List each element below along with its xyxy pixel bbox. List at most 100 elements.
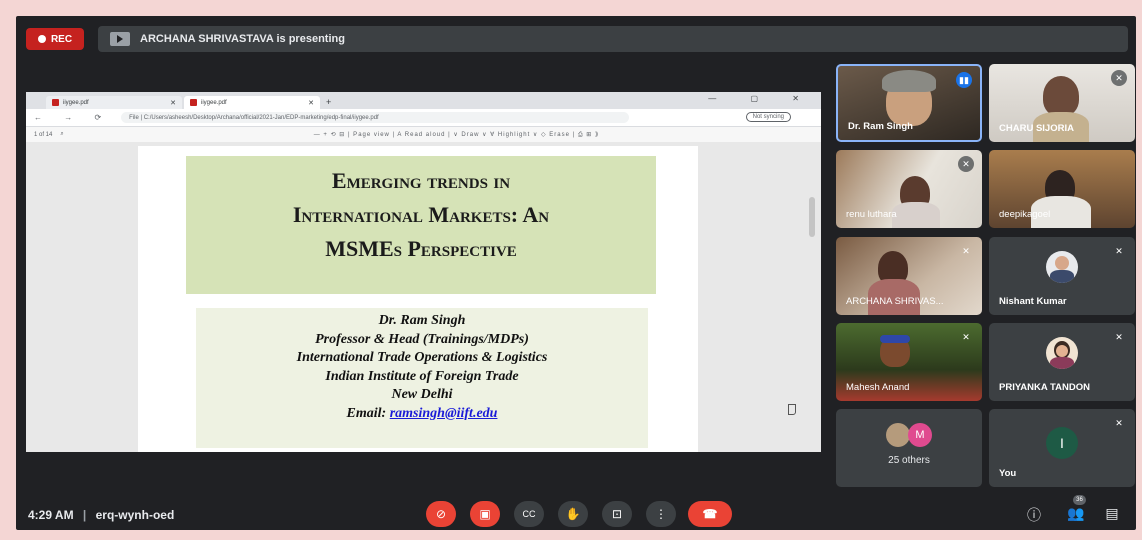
camera-toggle-button[interactable]: ▣ (470, 501, 500, 527)
author-line: Professor & Head (Trainings/MDPs) (315, 331, 529, 347)
mic-off-icon: ⊘ (435, 507, 447, 521)
mic-off-icon: ✕ (1115, 417, 1123, 428)
hang-up-icon: ☎ (702, 507, 718, 521)
email-label: Email: (346, 405, 390, 421)
mic-off-icon: ✕ (1111, 70, 1127, 86)
others-tile[interactable]: M 25 others (836, 409, 982, 487)
slide-page: Emerging trends in International Markets… (138, 146, 796, 452)
slide-author-block: Dr. Ram Singh Professor & Head (Training… (196, 308, 648, 448)
present-button[interactable]: ⊡ (602, 501, 632, 527)
rec-label: REC (50, 33, 73, 45)
meet-window: REC ARCHANA SHRIVASTAVA is presenting ii… (16, 16, 1136, 530)
chat-icon[interactable]: ▤ (1102, 505, 1122, 522)
mic-off-icon: ✕ (958, 156, 974, 172)
turban-shape (882, 70, 936, 92)
participant-tile[interactable]: ▮▮ Dr. Ram Singh (836, 64, 982, 142)
meeting-code: erq-wynh-oed (95, 508, 175, 522)
participant-name: renu luthara (846, 209, 897, 220)
clock-time: 4:29 AM (28, 508, 74, 522)
mic-off-icon: ✕ (1115, 245, 1123, 256)
participant-tile[interactable]: ✕ renu luthara (836, 150, 982, 228)
avatar: I (1046, 427, 1078, 459)
author-line: International Trade Operations & Logisti… (296, 350, 548, 365)
author-line: Indian Institute of Foreign Trade (325, 368, 519, 384)
participant-tile[interactable]: ✕ Mahesh Anand (836, 323, 982, 401)
presenting-text: ARCHANA SHRIVASTAVA is presenting (140, 33, 345, 45)
author-line: Dr. Ram Singh (378, 313, 466, 328)
people-icon[interactable]: 👥 (1066, 505, 1086, 522)
nav-buttons[interactable]: ← → ⟳ (34, 113, 111, 122)
email-link[interactable]: ramsingh@iift.edu (390, 406, 498, 421)
url-field[interactable]: File | C:/Users/asheesh/Desktop/Archana/… (121, 112, 630, 123)
leave-call-button[interactable]: ☎ (688, 501, 732, 527)
present-screen-icon (110, 32, 130, 46)
close-icon[interactable]: ✕ (170, 99, 176, 107)
pdf-icon (190, 99, 197, 106)
slide-title-line: Emerging trends in (331, 168, 511, 193)
participant-name: CHARU SIJORIA (999, 123, 1074, 134)
avatar: M (908, 423, 932, 447)
hand-icon: ✋ (565, 507, 581, 521)
window-controls[interactable]: — ▢ ✕ (708, 94, 815, 103)
tab-label: iiygee.pdf (63, 99, 89, 106)
participant-body (892, 202, 940, 228)
avatar (886, 423, 910, 447)
pdf-icon (52, 99, 59, 106)
slide-title-line: International Markets: An (292, 202, 550, 227)
pdf-tools[interactable]: — + ⟲ ⊟ | Page view | A Read aloud | ∨ D… (314, 131, 600, 139)
people-count-badge: 36 (1073, 495, 1086, 505)
mic-off-icon: ✕ (962, 245, 970, 256)
pdf-viewer: Emerging trends in International Markets… (26, 142, 821, 452)
participant-name: You (999, 468, 1017, 479)
close-icon[interactable]: ✕ (308, 99, 314, 107)
self-tile[interactable]: I ✕ You (989, 409, 1135, 487)
avatar (1046, 251, 1078, 283)
speaking-icon: ▮▮ (956, 72, 972, 88)
more-options-button[interactable]: ⋮ (646, 501, 676, 527)
participant-name: Mahesh Anand (846, 382, 910, 393)
mic-off-icon: ✕ (962, 331, 970, 342)
participant-tile[interactable]: ✕ Nishant Kumar (989, 237, 1135, 315)
participant-name: ARCHANA SHRIVAS... (846, 296, 944, 307)
browser-tab-active[interactable]: iiygee.pdf ✕ (184, 96, 320, 109)
captions-icon: CC (522, 509, 536, 519)
address-bar: ← → ⟳ File | C:/Users/asheesh/Desktop/Ar… (26, 109, 821, 127)
participant-tile[interactable]: ✕ PRIYANKA TANDON (989, 323, 1135, 401)
info-icon[interactable]: ⓘ (1024, 505, 1044, 525)
author-email-line: Email: ramsingh@iift.edu (196, 405, 648, 424)
pdf-toolbar: 1 of 14 ⌕ — + ⟲ ⊟ | Page view | A Read a… (26, 127, 821, 143)
mic-toggle-button[interactable]: ⊘ (426, 501, 456, 527)
participant-name: deepikagoel (999, 209, 1051, 220)
participant-name: PRIYANKA TANDON (999, 382, 1090, 393)
participant-tile[interactable]: deepikagoel (989, 150, 1135, 228)
participant-tile[interactable]: ✕ ARCHANA SHRIVAS... (836, 237, 982, 315)
presenting-banner: ARCHANA SHRIVASTAVA is presenting (98, 26, 1128, 52)
shared-screen: iiygee.pdf ✕ iiygee.pdf ✕ + — ▢ ✕ ← → ⟳ … (26, 92, 821, 452)
participant-video (1043, 76, 1079, 116)
tab-label: iiygee.pdf (201, 99, 227, 106)
search-icon[interactable]: ⌕ (60, 131, 63, 138)
browser-tab-bar: iiygee.pdf ✕ iiygee.pdf ✕ + — ▢ ✕ (26, 92, 821, 109)
participant-name: Dr. Ram Singh (848, 121, 913, 132)
browser-tab[interactable]: iiygee.pdf ✕ (46, 96, 182, 109)
more-vert-icon: ⋮ (655, 507, 667, 521)
slide-title-line: MSMEs Perspective (325, 236, 517, 261)
record-dot-icon (37, 35, 46, 43)
captions-button[interactable]: CC (514, 501, 544, 527)
others-count: 25 others (888, 455, 930, 466)
raise-hand-button[interactable]: ✋ (558, 501, 588, 527)
participant-name: Nishant Kumar (999, 296, 1067, 307)
mouse-cursor-icon (788, 404, 796, 415)
author-line: New Delhi (391, 387, 453, 402)
mic-off-icon: ✕ (1115, 331, 1123, 342)
avatar (1046, 337, 1078, 369)
slide-title: Emerging trends in International Markets… (186, 156, 656, 294)
present-icon: ⊡ (611, 507, 623, 521)
pdf-page-indicator[interactable]: 1 of 14 (34, 132, 52, 138)
new-tab-icon[interactable]: + (326, 97, 331, 107)
participant-tile[interactable]: ✕ CHARU SIJORIA (989, 64, 1135, 142)
camera-off-icon: ▣ (479, 507, 491, 521)
sync-button[interactable]: Not syncing (745, 112, 791, 122)
scrollbar[interactable] (809, 197, 815, 237)
glasses-shape (880, 335, 910, 343)
